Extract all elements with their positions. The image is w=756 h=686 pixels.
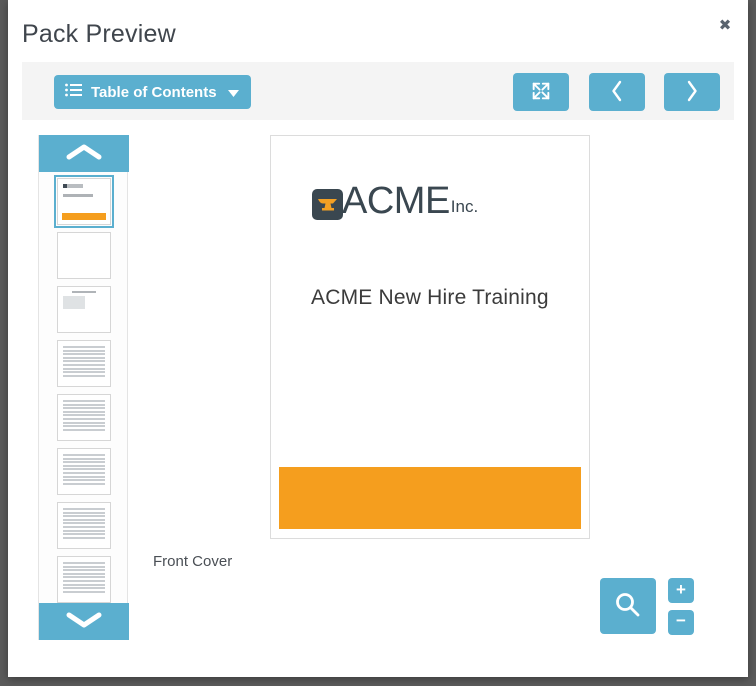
thumb-figure-block <box>63 296 85 309</box>
zoom-in-button[interactable]: + <box>668 578 694 603</box>
thumbnail-item-text[interactable] <box>57 502 111 549</box>
close-icon[interactable]: ✖ <box>714 15 736 37</box>
thumbnail-item-text[interactable] <box>57 448 111 495</box>
table-of-contents-label: Table of Contents <box>91 83 217 101</box>
next-page-button[interactable] <box>664 73 720 111</box>
thumb-orange-band <box>62 213 106 220</box>
thumbnail-item-blank[interactable] <box>57 232 111 279</box>
thumb-text-lines <box>63 346 105 378</box>
slide-logo-text: ACME <box>342 180 450 222</box>
slide-preview[interactable]: ACME Inc. ACME New Hire Training <box>270 135 590 539</box>
previous-page-button[interactable] <box>589 73 645 111</box>
preview-toolbar: Table of Contents <box>22 62 734 120</box>
anvil-icon <box>312 189 343 220</box>
pack-preview-modal: Pack Preview ✖ Table of Contents ACME In… <box>8 0 748 677</box>
thumbnail-list[interactable] <box>39 172 129 603</box>
slide-logo: ACME Inc. <box>312 182 478 220</box>
thumbnail-rail <box>38 135 129 640</box>
thumb-title-line <box>63 194 93 197</box>
fullscreen-button[interactable] <box>513 73 569 111</box>
thumb-text-lines <box>63 400 105 432</box>
zoom-out-button[interactable]: − <box>668 610 694 635</box>
thumb-text-lines <box>63 454 105 486</box>
thumb-logo <box>63 184 83 188</box>
thumb-text-lines <box>63 508 105 540</box>
chevron-down-icon <box>227 84 239 101</box>
chevron-up-icon <box>64 142 104 165</box>
magnify-button[interactable] <box>600 578 656 634</box>
expand-arrows-icon <box>530 80 552 105</box>
thumbnail-item-text[interactable] <box>57 556 111 603</box>
thumb-heading-line <box>72 291 96 293</box>
chevron-down-icon <box>64 610 104 633</box>
slide-orange-band <box>279 467 581 529</box>
thumbnail-item-text[interactable] <box>57 394 111 441</box>
thumbnail-scroll-down-button[interactable] <box>39 603 129 640</box>
slide-logo-suffix: Inc. <box>450 197 479 216</box>
thumbnail-scroll-up-button[interactable] <box>39 135 129 172</box>
thumbnail-item-text[interactable] <box>57 340 111 387</box>
page-title: Pack Preview <box>22 20 176 48</box>
modal-header: Pack Preview ✖ <box>8 0 748 62</box>
chevron-left-icon <box>610 80 624 105</box>
slide-heading: ACME New Hire Training <box>311 286 549 309</box>
slide-caption: Front Cover <box>153 553 233 570</box>
chevron-right-icon <box>685 80 699 105</box>
thumbnail-item-cover[interactable] <box>54 175 114 228</box>
table-of-contents-button[interactable]: Table of Contents <box>54 75 251 109</box>
thumbnail-item-figure[interactable] <box>57 286 111 333</box>
search-icon <box>613 590 643 623</box>
list-icon <box>65 83 82 101</box>
thumb-text-lines <box>63 562 105 594</box>
